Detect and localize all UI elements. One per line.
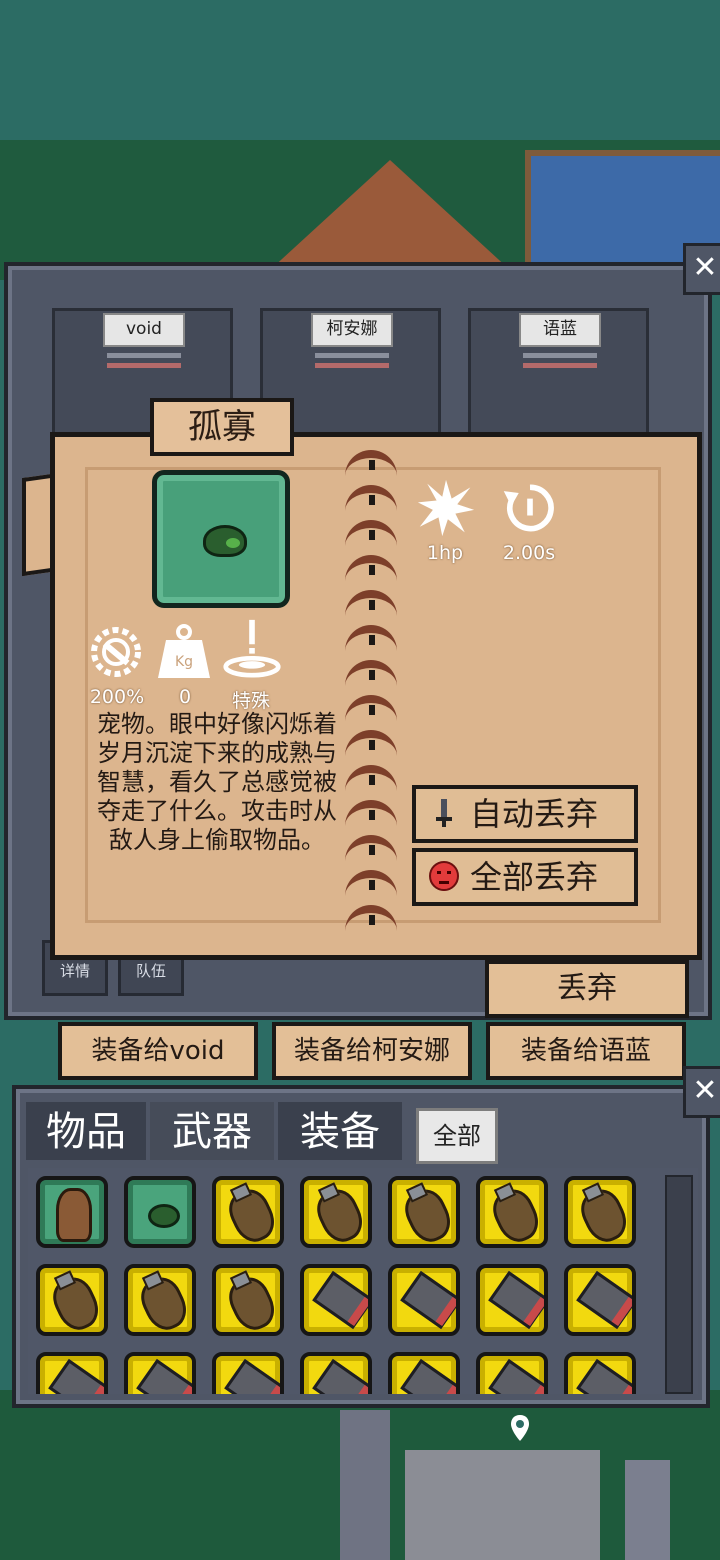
grenade-icon bbox=[486, 1183, 544, 1244]
item-icon-frame bbox=[152, 470, 290, 608]
equip-to-yu-lan-button[interactable]: 装备给语蓝 bbox=[486, 1022, 686, 1080]
inventory-slot[interactable] bbox=[388, 1352, 460, 1394]
filter-all-button[interactable]: 全部 bbox=[416, 1108, 498, 1164]
damage-label: 1hp bbox=[426, 542, 464, 564]
hp-bar bbox=[315, 353, 389, 358]
stone-pillar bbox=[340, 1410, 390, 1560]
canister-icon bbox=[312, 1270, 368, 1330]
stone-pillar bbox=[625, 1460, 670, 1560]
inventory-slot[interactable] bbox=[564, 1176, 636, 1248]
auto-discard-label: 自动丢弃 bbox=[470, 795, 599, 833]
equip-to-kean-na-button[interactable]: 装备给柯安娜 bbox=[272, 1022, 472, 1080]
canister-icon bbox=[400, 1270, 456, 1330]
inventory-slot[interactable] bbox=[300, 1176, 372, 1248]
map-pin-icon bbox=[511, 1415, 529, 1441]
grenade-icon bbox=[398, 1183, 456, 1244]
hp-bar-fill bbox=[523, 363, 597, 368]
inventory-slot[interactable] bbox=[212, 1176, 284, 1248]
tab-items[interactable]: 物品 bbox=[26, 1102, 146, 1160]
otter-icon bbox=[56, 1188, 92, 1242]
canister-icon bbox=[400, 1358, 456, 1394]
inventory-slot[interactable] bbox=[212, 1352, 284, 1394]
item-title: 孤寡 bbox=[150, 398, 294, 456]
green-blob-icon bbox=[203, 525, 247, 557]
team-slot-name: void bbox=[103, 313, 185, 347]
inventory-slot[interactable] bbox=[564, 1352, 636, 1394]
inventory-grid bbox=[28, 1168, 698, 1394]
cooldown-icon bbox=[503, 484, 554, 532]
grenade-icon bbox=[574, 1183, 632, 1244]
canister-icon bbox=[224, 1358, 280, 1394]
inventory-slot[interactable] bbox=[124, 1264, 196, 1336]
grenade-icon bbox=[310, 1183, 368, 1244]
canister-icon bbox=[488, 1358, 544, 1394]
canister-icon bbox=[312, 1358, 368, 1394]
hp-bar-fill bbox=[107, 363, 181, 368]
team-slot-name: 柯安娜 bbox=[311, 313, 393, 347]
team-slot-name: 语蓝 bbox=[519, 313, 601, 347]
inventory-slot[interactable] bbox=[124, 1352, 196, 1394]
angry-face-icon bbox=[429, 861, 459, 891]
special-icon bbox=[223, 619, 281, 678]
item-description: 宠物。眼中好像闪烁着岁月沉淀下来的成熟与智慧，看久了总感觉被夺走了什么。攻击时从… bbox=[97, 710, 337, 854]
gear-wrench-icon bbox=[91, 627, 141, 677]
discard-all-button[interactable]: 全部丢弃 bbox=[412, 848, 638, 906]
inventory-slot[interactable] bbox=[476, 1176, 548, 1248]
grenade-icon bbox=[222, 1183, 280, 1244]
cooldown-label: 2.00s bbox=[502, 542, 556, 564]
inventory-slot[interactable] bbox=[36, 1352, 108, 1394]
inventory-slot[interactable] bbox=[300, 1352, 372, 1394]
canister-icon bbox=[576, 1270, 632, 1330]
special-label: 特殊 bbox=[231, 690, 270, 712]
team-window-close-button[interactable]: ✕ bbox=[683, 243, 720, 295]
inventory-slot[interactable] bbox=[476, 1264, 548, 1336]
weight-label: 0 bbox=[178, 686, 192, 708]
canister-icon bbox=[136, 1358, 192, 1394]
burst-icon bbox=[417, 479, 475, 537]
inventory-slot[interactable] bbox=[212, 1264, 284, 1336]
team-slot-3[interactable]: 语蓝 bbox=[468, 308, 649, 441]
inventory-slot[interactable] bbox=[300, 1264, 372, 1336]
discard-button[interactable]: 丢弃 bbox=[485, 960, 689, 1018]
hp-bar bbox=[107, 353, 181, 358]
inventory-slot[interactable] bbox=[564, 1264, 636, 1336]
inventory-close-button[interactable]: ✕ bbox=[683, 1066, 720, 1118]
inventory-slot[interactable] bbox=[36, 1264, 108, 1336]
hp-bar-fill bbox=[315, 363, 389, 368]
grenade-icon bbox=[134, 1271, 192, 1332]
equip-to-void-button[interactable]: 装备给void bbox=[58, 1022, 258, 1080]
canister-icon bbox=[488, 1270, 544, 1330]
inventory-slot[interactable] bbox=[476, 1352, 548, 1394]
tab-equipment[interactable]: 装备 bbox=[278, 1102, 402, 1160]
canister-icon bbox=[576, 1358, 632, 1394]
grenade-icon bbox=[222, 1271, 280, 1332]
inventory-slot[interactable] bbox=[388, 1264, 460, 1336]
grenade-icon bbox=[46, 1271, 104, 1332]
auto-discard-button[interactable]: 自动丢弃 bbox=[412, 785, 638, 843]
weight-icon: Kg bbox=[158, 624, 210, 678]
inventory-slot[interactable] bbox=[388, 1176, 460, 1248]
dagger-icon bbox=[436, 799, 452, 827]
canister-icon bbox=[48, 1358, 104, 1394]
inventory-slot[interactable] bbox=[124, 1176, 196, 1248]
blob-icon bbox=[148, 1204, 180, 1228]
inventory-scrollbar[interactable] bbox=[665, 1175, 693, 1394]
crit-multiplier-label: 200% bbox=[89, 686, 145, 708]
hp-bar bbox=[523, 353, 597, 358]
inventory-slot[interactable] bbox=[36, 1176, 108, 1248]
tab-weapons[interactable]: 武器 bbox=[150, 1102, 274, 1160]
discard-all-label: 全部丢弃 bbox=[470, 858, 599, 896]
svg-text:Kg: Kg bbox=[175, 654, 193, 670]
stone-steps bbox=[405, 1450, 600, 1560]
book-spine bbox=[345, 440, 397, 945]
wooden-roof bbox=[270, 160, 510, 270]
